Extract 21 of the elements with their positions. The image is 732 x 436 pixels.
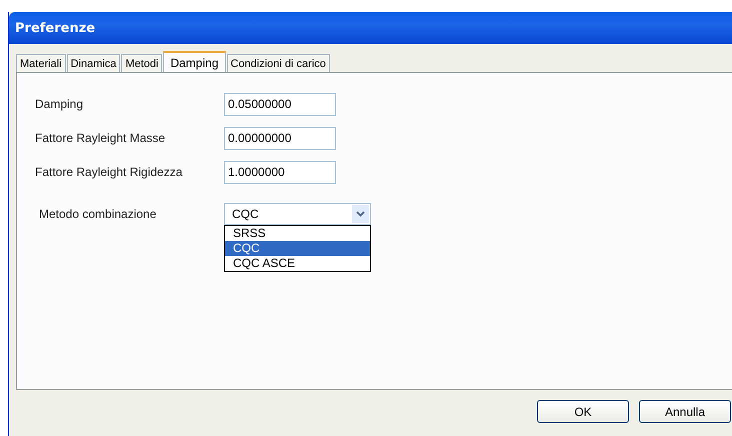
input-field[interactable]: 0.00000000 [224,126,336,150]
window-title: Preferenze [15,20,96,36]
tab[interactable]: Materiali [16,54,66,72]
dialog-button[interactable]: Annulla [639,400,731,423]
dropdown-option[interactable]: CQC [225,241,370,256]
field-label: Fattore Rayleight Masse [35,131,166,145]
dropdown-option[interactable]: SRSS [225,226,370,241]
dropdown-button[interactable] [352,205,369,223]
input-field[interactable]: 0.05000000 [224,92,336,116]
tab[interactable]: Condizioni di carico [226,54,330,72]
field-label: Metodo combinazione [38,207,158,221]
input-field[interactable]: 1.0000000 [224,160,336,184]
dialog-button[interactable]: OK [537,400,629,423]
chevron-down-icon [356,211,365,217]
tab[interactable]: Dinamica [66,54,120,72]
tab[interactable]: Metodi [121,54,162,72]
dropdown[interactable]: CQC [224,203,371,225]
field-label: Fattore Rayleight Rigidezza [35,165,184,179]
tab[interactable]: Damping [163,51,226,72]
field-label: Damping [35,97,84,111]
dropdown-option[interactable]: CQC ASCE [225,256,370,271]
